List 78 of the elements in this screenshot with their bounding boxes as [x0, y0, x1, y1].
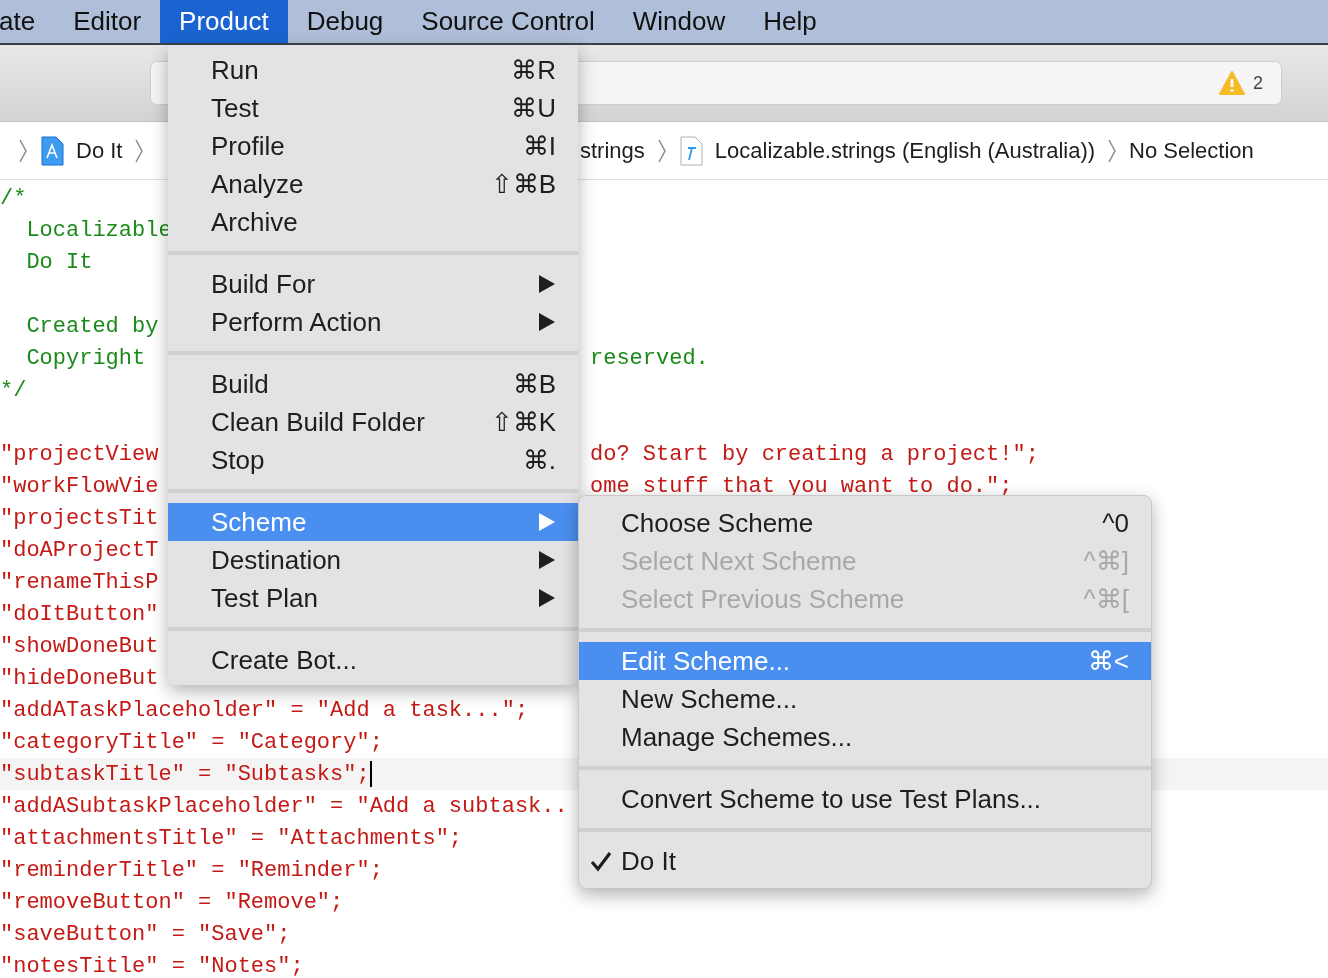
code-line: "workFlowVie [0, 472, 159, 501]
path-segment[interactable]: strings [580, 134, 645, 167]
path-segment[interactable]: Localizable.strings (English (Australia)) [714, 134, 1096, 167]
submenu-arrow-icon [538, 588, 556, 608]
menu-bar-item[interactable]: Window [613, 0, 745, 43]
menu-bar-item[interactable]: Debug [287, 0, 403, 43]
code-line: "saveButton" = "Save"; [0, 920, 291, 949]
code-line: Created by [25, 312, 159, 341]
warning-icon [1219, 71, 1245, 95]
menu-item[interactable]: Analyze ⇧⌘B [168, 165, 578, 203]
submenu-arrow-icon [538, 550, 556, 570]
text-cursor [369, 761, 372, 787]
menu-item[interactable]: Destination [168, 541, 578, 579]
code-line: Do It [25, 248, 93, 277]
submenu-arrow-icon [538, 512, 556, 532]
code-line: "renameThisP [0, 568, 159, 597]
shortcut-label: ⇧⌘K [490, 405, 556, 439]
menu-bar-item[interactable]: Product [160, 0, 288, 43]
code-line: do? Start by creating a project!"; [590, 440, 1039, 469]
shortcut-label: ^⌘] [1083, 544, 1129, 578]
menu-item[interactable]: Build ⌘B [168, 365, 578, 403]
chevron-icon [1107, 137, 1118, 164]
menu-item[interactable]: Test ⌘U [168, 89, 578, 127]
shortcut-label: ⌘B [512, 367, 556, 401]
code-line: Copyright [25, 344, 146, 373]
shortcut-label: ⌘. [522, 443, 556, 477]
code-line: "reminderTitle" = "Reminder"; [0, 856, 383, 885]
warning-count: 2 [1253, 71, 1263, 95]
menu-item[interactable]: Clean Build Folder ⇧⌘K [168, 403, 578, 441]
code-line: "hideDoneBut [0, 664, 159, 693]
path-segment[interactable]: No Selection [1129, 134, 1254, 167]
code-line: "doItButton" [0, 600, 159, 629]
shortcut-label: ⇧⌘B [490, 167, 556, 201]
menu-bar-item[interactable]: Source Control [402, 0, 614, 43]
chevron-icon [656, 137, 667, 164]
submenu-arrow-icon [538, 274, 556, 294]
path-segment[interactable]: Do It [76, 134, 123, 167]
menu-bar-item[interactable]: Help [744, 0, 836, 43]
menu-item[interactable]: Do It [579, 842, 1151, 880]
menu-item[interactable]: Create Bot... [168, 641, 578, 679]
menu-item[interactable]: Manage Schemes... [579, 718, 1151, 756]
submenu-arrow-icon [538, 312, 556, 332]
code-line: */ [0, 376, 27, 405]
menu-item[interactable]: Convert Scheme to use Test Plans... [579, 780, 1151, 818]
menu-bar-item[interactable]: Editor [54, 0, 161, 43]
menu-item[interactable]: Stop ⌘. [168, 441, 578, 479]
code-line: "projectView [0, 440, 159, 469]
shortcut-label: ^0 [1102, 506, 1129, 540]
shortcut-label: ⌘I [522, 129, 556, 163]
code-line: "subtaskTitle" = "Subtasks"; [0, 760, 370, 789]
menu-item[interactable]: Perform Action [168, 303, 578, 341]
menu-bar-item[interactable]: ate [0, 0, 55, 43]
app-document-icon [40, 135, 64, 166]
shortcut-label: ⌘U [511, 91, 556, 125]
code-line: "doAProjectT [0, 536, 159, 565]
menu-item[interactable]: Profile ⌘I [168, 127, 578, 165]
shortcut-label: ^⌘[ [1083, 582, 1129, 616]
code-line: "projectsTit [0, 504, 159, 533]
chevron-icon [134, 137, 145, 164]
menu-item[interactable]: Build For [168, 265, 578, 303]
code-line: "categoryTitle" = "Category"; [0, 728, 383, 757]
code-line: "showDoneBut [0, 632, 159, 661]
shortcut-label: ⌘< [1087, 644, 1129, 678]
code-line: ome stuff that you want to do."; [590, 472, 1013, 501]
code-line: "attachmentsTitle" = "Attachments"; [0, 824, 463, 853]
menu-item[interactable]: Choose Scheme ^0 [579, 504, 1151, 542]
menu-item[interactable]: New Scheme... [579, 680, 1151, 718]
menu-item[interactable]: Test Plan [168, 579, 578, 617]
document-icon [678, 135, 703, 166]
code-line: reserved. [590, 344, 709, 373]
menu-item[interactable]: Run ⌘R [168, 51, 578, 89]
code-line: "addASubtaskPlaceholder" = "Add a subtask.. [0, 792, 568, 821]
code-line: "notesTitle" = "Notes"; [0, 952, 304, 978]
shortcut-label: ⌘R [511, 53, 556, 87]
code-line: "addATaskPlaceholder" = "Add a task..."; [0, 696, 529, 725]
chevron-icon [18, 137, 28, 164]
code-line: "removeButton" = "Remove"; [0, 888, 344, 917]
code-line: /* [0, 184, 27, 213]
